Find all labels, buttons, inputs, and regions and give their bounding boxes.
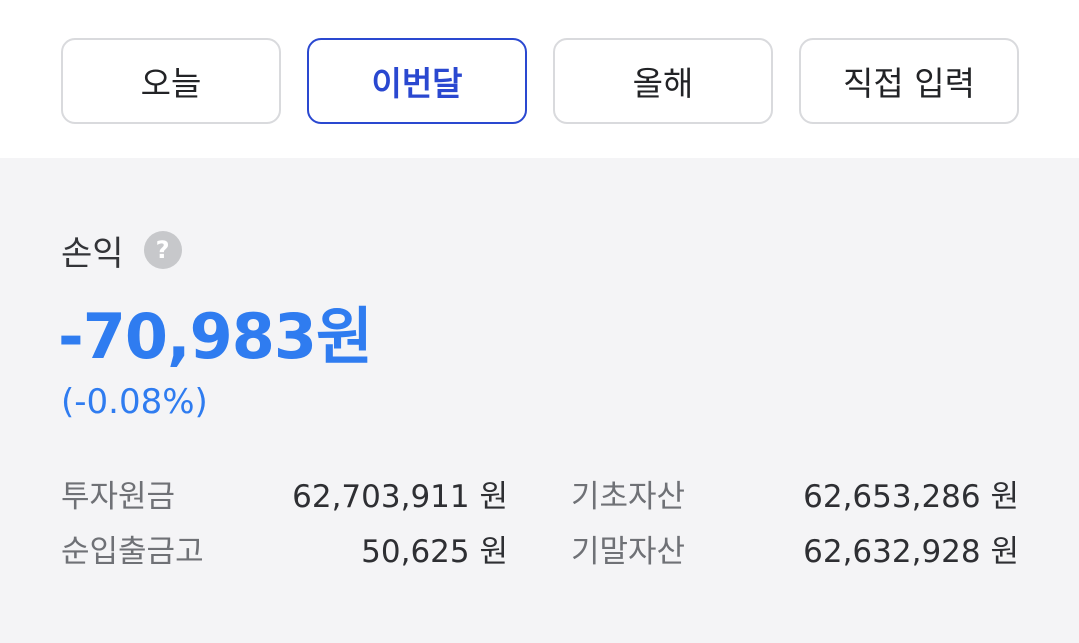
tab-this-year[interactable]: 올해 [553,38,773,124]
profit-loss-rate: (-0.08%) [61,382,208,422]
tab-today[interactable]: 오늘 [61,38,281,124]
ending-assets-label: 기말자산 [571,533,686,570]
profit-loss-panel: 손익 ? -70,983원 (-0.08%) 투자원금 62,703,911 원… [0,158,1079,643]
beginning-assets-value: 62,653,286 원 [803,478,1019,515]
profit-loss-header: 손익 ? [61,230,182,274]
profit-loss-title: 손익 [61,233,124,274]
net-deposit-value: 50,625 원 [361,533,508,570]
period-tabs: 오늘 이번달 올해 직접 입력 [0,0,1079,158]
investment-principal-value: 62,703,911 원 [292,478,508,515]
beginning-assets-label: 기초자산 [571,478,686,515]
tab-this-month[interactable]: 이번달 [307,38,527,124]
investment-principal-label: 투자원금 [61,478,176,515]
help-icon[interactable]: ? [143,231,182,269]
tab-custom-input[interactable]: 직접 입력 [799,38,1019,124]
profit-loss-amount: -70,983원 [58,300,373,373]
ending-assets-value: 62,632,928 원 [803,533,1019,570]
net-deposit-label: 순입출금고 [61,533,204,570]
